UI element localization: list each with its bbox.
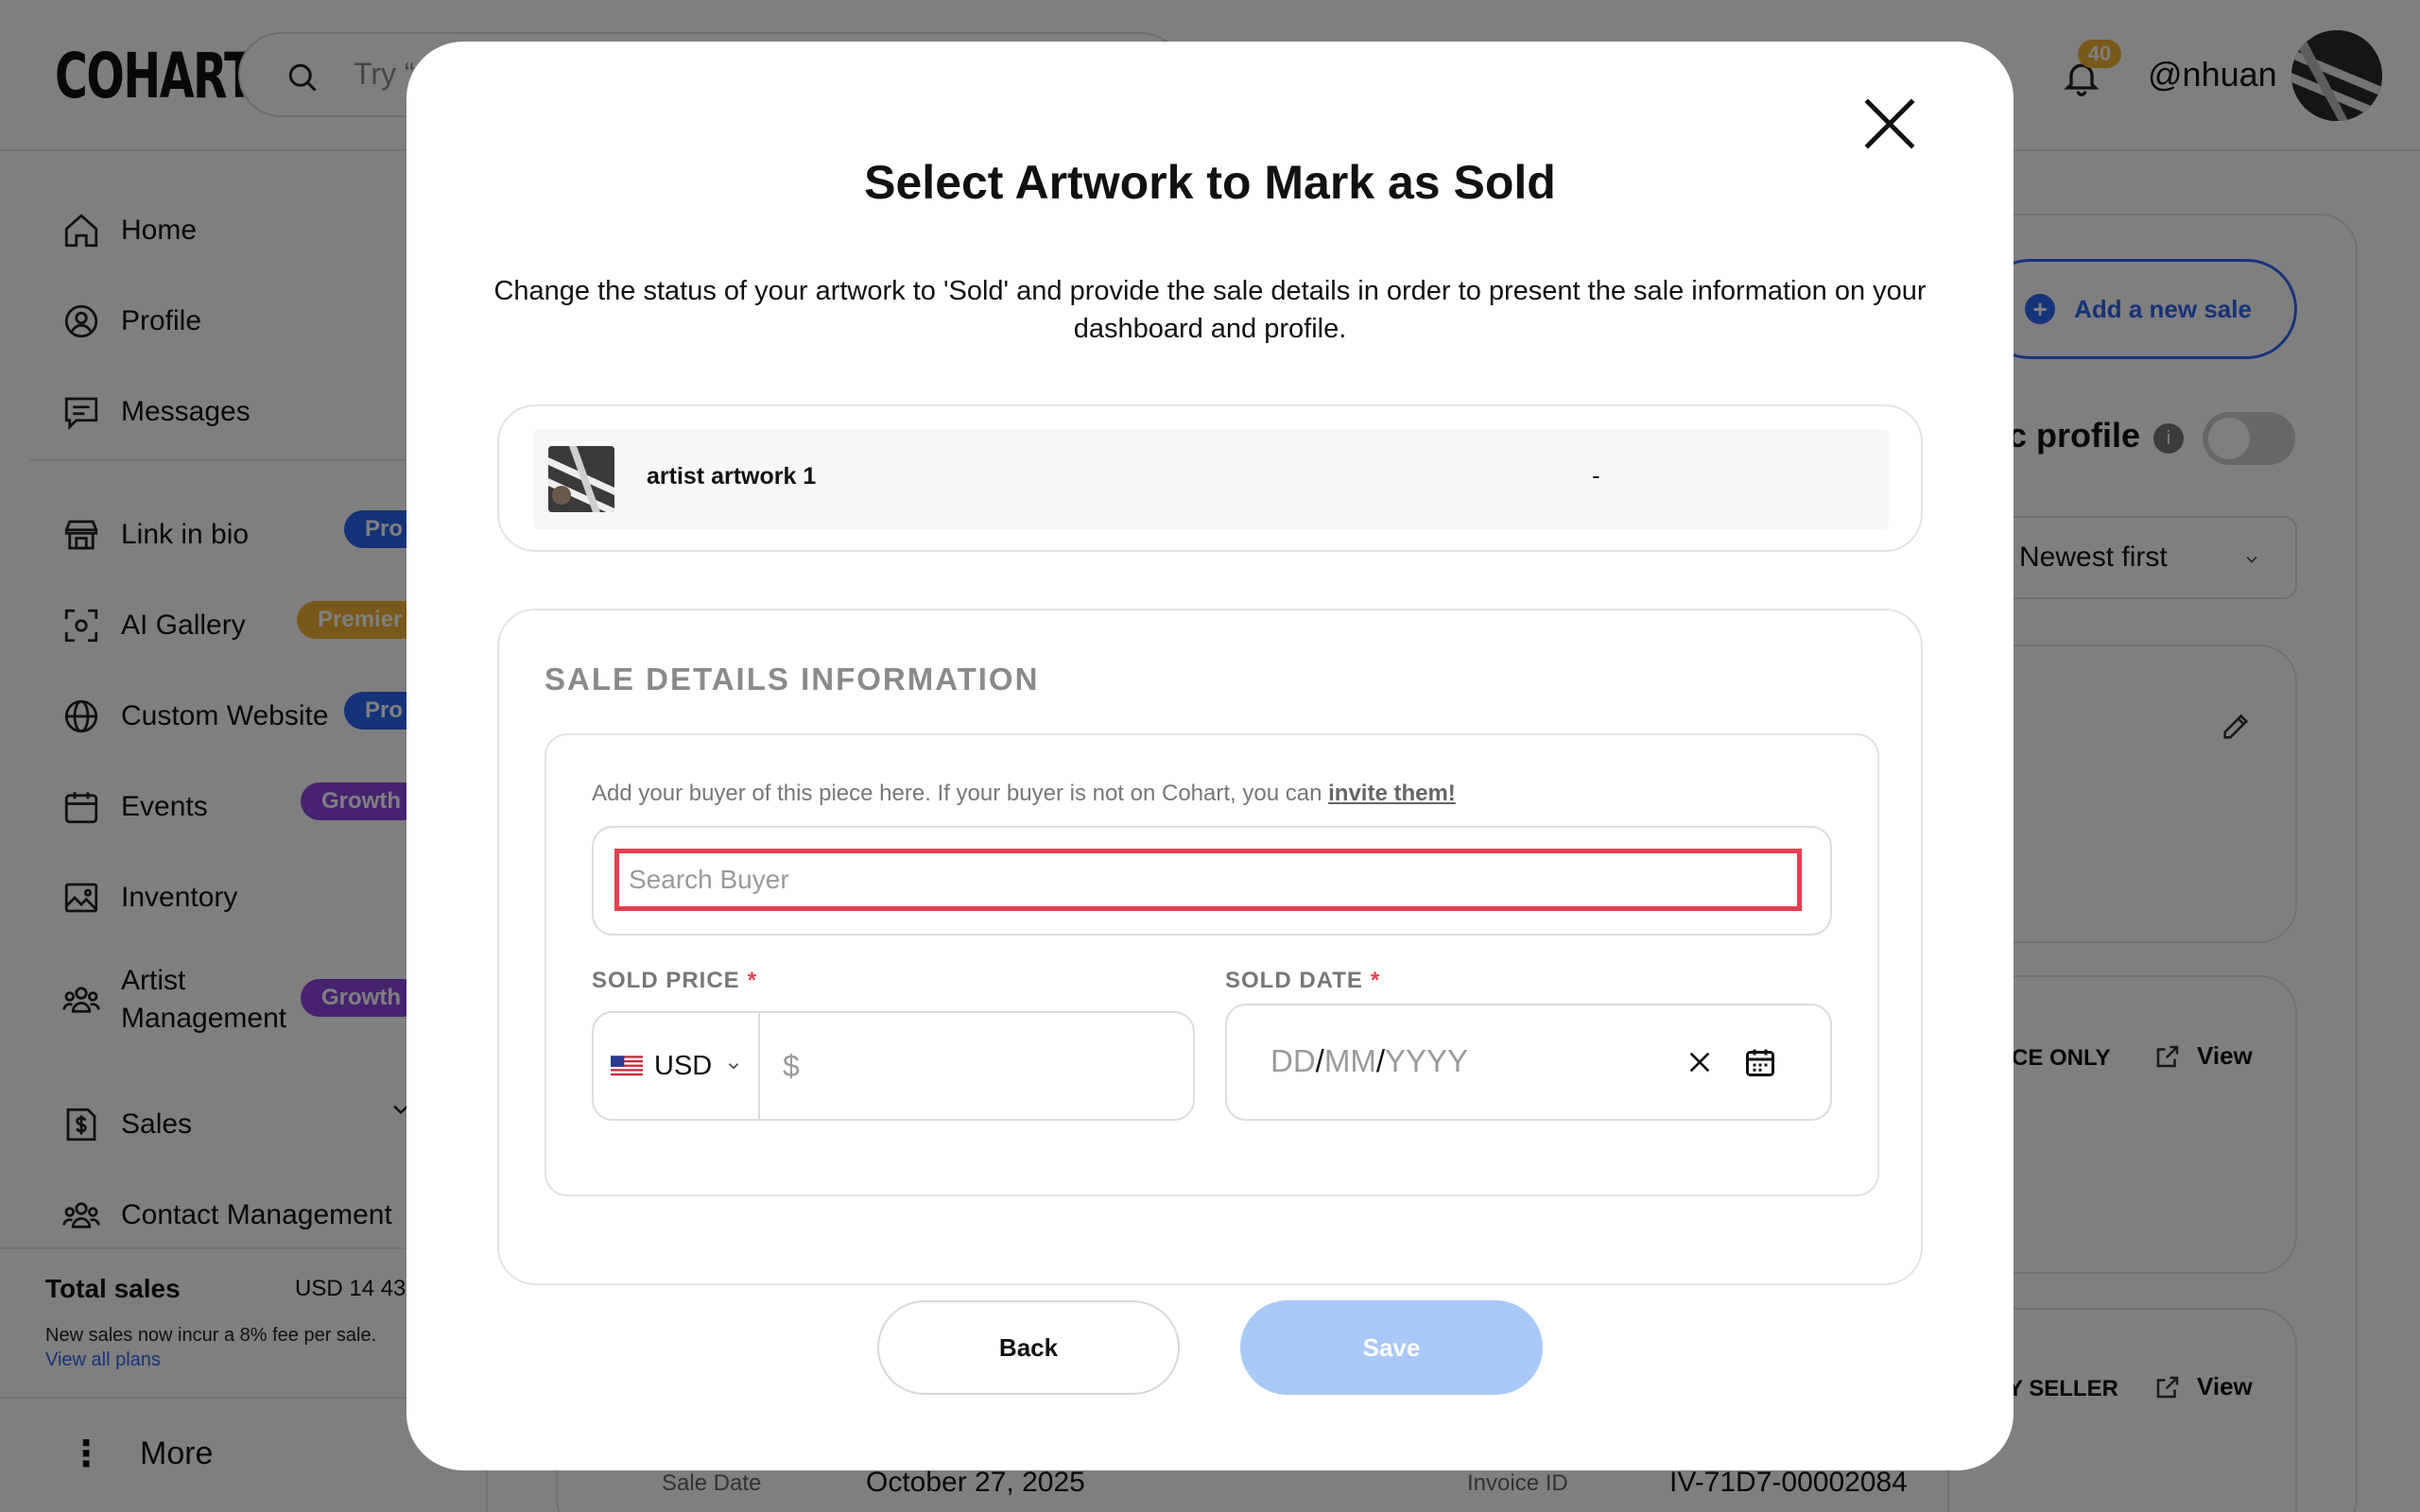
modal-title: Select Artwork to Mark as Sold: [864, 156, 1556, 209]
sold-price-label-text: SOLD PRICE: [592, 968, 740, 993]
search-buyer-input[interactable]: [614, 849, 1802, 911]
sale-details-heading: SALE DETAILS INFORMATION: [544, 662, 1040, 696]
sold-date-label: SOLD DATE *: [1225, 968, 1380, 994]
selected-artwork-card: artist artwork 1 -: [497, 404, 1923, 552]
sold-date-label-text: SOLD DATE: [1225, 968, 1363, 993]
currency-value: USD: [654, 1050, 713, 1081]
sold-price-field: USD: [592, 1011, 1195, 1121]
date-separator: /: [1375, 1043, 1385, 1078]
back-button[interactable]: Back: [877, 1300, 1180, 1395]
currency-select[interactable]: USD: [594, 1013, 760, 1119]
clear-icon[interactable]: [1685, 1047, 1715, 1077]
artwork-thumbnail: [548, 446, 614, 512]
sale-details-card: SALE DETAILS INFORMATION Add your buyer …: [497, 609, 1923, 1285]
sale-details-form: Add your buyer of this piece here. If yo…: [544, 733, 1879, 1196]
buyer-search-field: [592, 826, 1832, 936]
save-button[interactable]: Save: [1240, 1300, 1543, 1395]
us-flag-icon: [611, 1056, 643, 1076]
chevron-down-icon: [729, 1063, 739, 1070]
date-day: DD: [1270, 1043, 1316, 1078]
required-mark: *: [747, 968, 758, 993]
date-year: YYYY: [1385, 1043, 1469, 1078]
sold-date-field[interactable]: DD/MM/YYYY: [1225, 1004, 1832, 1121]
required-mark: *: [1370, 968, 1381, 993]
modal-description: Change the status of your artwork to 'So…: [493, 276, 1927, 344]
sold-price-label: SOLD PRICE *: [592, 968, 757, 994]
artwork-price: -: [1592, 461, 1600, 490]
buyer-hint-text: Add your buyer of this piece here. If yo…: [592, 781, 1322, 806]
sold-price-input[interactable]: [783, 1036, 1161, 1096]
buyer-hint: Add your buyer of this piece here. If yo…: [592, 781, 1456, 807]
artwork-row[interactable]: artist artwork 1 -: [533, 429, 1889, 529]
close-icon[interactable]: [1858, 93, 1921, 155]
calendar-icon[interactable]: [1743, 1045, 1777, 1079]
invite-link[interactable]: invite them!: [1328, 781, 1456, 806]
sold-date-input[interactable]: DD/MM/YYYY: [1270, 1043, 1468, 1079]
date-separator: /: [1315, 1043, 1324, 1078]
artwork-name: artist artwork 1: [647, 463, 817, 490]
date-month: MM: [1323, 1043, 1376, 1078]
mark-as-sold-modal: Select Artwork to Mark as Sold Change th…: [406, 42, 2014, 1470]
